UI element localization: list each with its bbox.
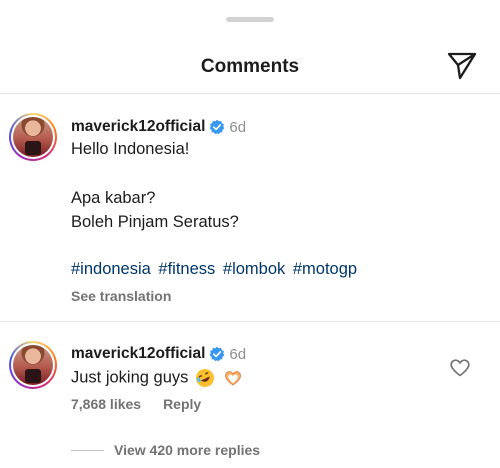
heart-hands-emoji [224, 371, 241, 386]
heart-icon[interactable] [450, 359, 470, 377]
comment-text-line: Hello Indonesia! [71, 140, 190, 158]
comment-text-line: Boleh Pinjam Seratus? [71, 213, 239, 231]
likes-count[interactable]: 7,868 likes [71, 396, 141, 412]
hashtag-link[interactable]: #fitness [158, 260, 215, 278]
avatar[interactable] [9, 341, 57, 389]
username[interactable]: maverick12official [71, 118, 205, 136]
comment-text-body: Just joking guys [71, 368, 189, 387]
see-translation-link[interactable]: See translation [71, 288, 171, 304]
divider [71, 449, 104, 451]
comment-item: maverick12official 6d Just joking guys 7… [0, 323, 500, 468]
timestamp: 6d [229, 118, 247, 136]
comment-actions: 7,868 likes Reply [71, 396, 201, 412]
verified-badge-icon [210, 119, 225, 135]
paper-plane-icon[interactable] [446, 51, 478, 81]
hashtag-link[interactable]: #motogp [293, 260, 357, 278]
comment-item: maverick12official 6d Hello Indonesia! A… [0, 95, 500, 322]
comments-header: Comments [0, 36, 500, 94]
comment-text-line: Apa kabar? [71, 189, 156, 207]
timestamp: 6d [229, 345, 247, 363]
reply-button[interactable]: Reply [163, 396, 201, 412]
comment-meta: maverick12official 6d [71, 344, 246, 364]
hashtag-link[interactable]: #indonesia [71, 260, 151, 278]
verified-badge-icon [210, 346, 225, 362]
avatar-photo [13, 117, 53, 157]
username[interactable]: maverick12official [71, 345, 205, 363]
comments-sheet: Comments maverick12official 6d Hello Ind… [0, 0, 500, 468]
rolling-on-floor-laughing-emoji [196, 369, 214, 387]
page-title: Comments [200, 56, 300, 77]
view-replies-label: View 420 more replies [114, 442, 261, 458]
hashtag-link[interactable]: #lombok [223, 260, 285, 278]
avatar-photo [13, 345, 53, 385]
avatar[interactable] [9, 113, 57, 161]
drag-handle[interactable] [226, 17, 274, 22]
comment-text: Just joking guys [71, 368, 244, 388]
hashtag-list: #indonesia #fitness #lombok #motogp [71, 260, 360, 279]
comment-meta: maverick12official 6d [71, 117, 246, 137]
view-more-replies-button[interactable]: View 420 more replies [71, 442, 260, 458]
